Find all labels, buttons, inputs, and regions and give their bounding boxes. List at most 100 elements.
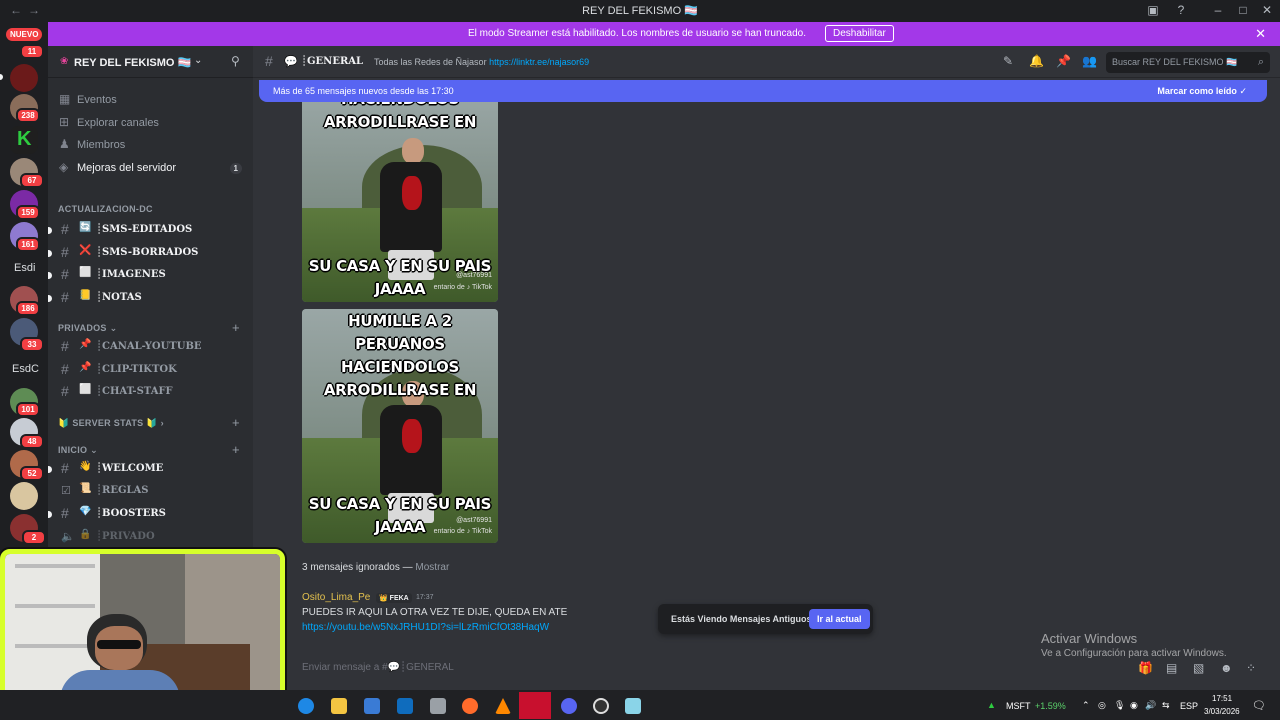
message-author[interactable]: Osito_Lima_Pe (302, 592, 370, 603)
category-server-stats[interactable]: 🔰 SERVER STATS 🔰 › (58, 418, 164, 429)
message-content: PUEDES IR AQUI LA OTRA VEZ TE DIJE, QUED… (302, 607, 568, 618)
discord-icon[interactable] (561, 698, 577, 714)
add-channel-icon[interactable]: + (232, 320, 240, 335)
category-privados[interactable]: PRIVADOS ⌄ (58, 323, 117, 334)
stock-ticker[interactable]: MSFT (1006, 701, 1031, 711)
gif-icon[interactable]: ▤ (1166, 661, 1177, 675)
hashtag-icon: # (61, 383, 69, 399)
bell-icon[interactable]: 🔔 (1029, 54, 1044, 68)
vlc-icon[interactable] (495, 698, 511, 714)
mark-as-read-button[interactable]: Marcar como leído ✓ (1157, 86, 1247, 97)
channel-canal-youtube[interactable]: # 📌 ┊CANAL-YOUTUBE (56, 337, 246, 357)
notifications-icon[interactable]: 🗨 (1252, 699, 1266, 712)
show-ignored-link[interactable]: Mostrar (415, 562, 449, 573)
sidebar-item-label: Miembros (77, 139, 126, 151)
jump-to-present-button[interactable]: Ir al actual (809, 609, 870, 629)
add-channel-icon[interactable]: + (232, 415, 240, 430)
meme-image[interactable]: HUMILLE A 2 PERUANOS HACIENDOLOS ARRODILLR… (302, 309, 498, 543)
boost-icon: ◈ (59, 160, 69, 174)
edge-icon[interactable] (298, 698, 314, 714)
channel-reglas[interactable]: ☑ 📜 ┊REGLAS (56, 481, 246, 501)
search-input[interactable]: Buscar REY DEL FEKISMO 🏳️‍⚧️ ⌕ (1106, 52, 1270, 73)
apps-icon[interactable]: ⁘ (1246, 661, 1256, 675)
clock-date[interactable]: 3/03/2026 (1204, 707, 1240, 716)
speaker-icon[interactable]: 🔊 (1145, 700, 1156, 711)
members-list-icon[interactable]: 👥 (1082, 54, 1097, 68)
hashtag-icon: # (61, 361, 69, 377)
sidebar-item-explorar[interactable]: ⊞ Explorar canales (58, 113, 246, 133)
meme-image[interactable]: HACIENDOLOSARRODILLRASE EN SU CASA Y EN … (302, 92, 498, 302)
input-language[interactable]: ESP (1180, 701, 1198, 711)
sticker-icon[interactable]: ▧ (1193, 661, 1204, 675)
active-app-tile[interactable] (519, 692, 551, 719)
channel-emoji: ⬜ (79, 267, 92, 278)
microphone-icon[interactable]: 🎙 (1114, 700, 1125, 711)
channel-label: ┊SMS-EDITADOS (96, 224, 193, 235)
invite-user-icon[interactable]: ⚲ (231, 54, 240, 68)
server-header[interactable]: ❀ REY DEL FEKISMO 🏳️‍⚧️ ⌄ ⚲ (48, 46, 253, 78)
unread-indicator (48, 250, 52, 257)
channel-imagenes[interactable]: # ⬜ ┊IMAGENES (48, 265, 246, 285)
channel-notas[interactable]: # 📒 ┊NOTAS (48, 288, 246, 308)
channel-sms-borrados[interactable]: # ❌ ┊SMS-BORRADOS (48, 243, 246, 263)
image-person (402, 138, 424, 164)
topic-link[interactable]: https://linktr.ee/najasor69 (489, 57, 589, 67)
channel-clip-tiktok[interactable]: # 📌 ┊CLIP-TIKTOK (56, 360, 246, 380)
mention-badge: 186 (16, 301, 40, 316)
tray-app-icon[interactable]: ◎ (1098, 700, 1106, 711)
close-banner-icon[interactable]: ✕ (1255, 26, 1266, 42)
channel-chat-staff[interactable]: # ⬜ ┊CHAT-STAFF (56, 382, 246, 402)
channel-emoji: 💎 (79, 506, 92, 517)
category-inicio[interactable]: INICIO ⌄ (58, 445, 98, 456)
help-icon[interactable]: ? (1173, 3, 1189, 17)
close-window-button[interactable]: ✕ (1259, 3, 1275, 17)
channel-sms-editados[interactable]: # 🔄 ┊SMS-EDITADOS (48, 220, 246, 240)
channel-emoji: 📌 (79, 362, 92, 373)
emoji-icon[interactable]: ☻ (1220, 661, 1233, 675)
channel-topic[interactable]: Todas las Redes de Ñajasor https://linkt… (374, 57, 589, 67)
sidebar-item-eventos[interactable]: ▦ Eventos (58, 90, 246, 110)
maximize-button[interactable]: □ (1235, 3, 1251, 17)
obs-icon[interactable] (593, 698, 609, 714)
minimize-button[interactable]: – (1210, 3, 1226, 17)
channel-boosters[interactable]: # 💎 ┊BOOSTERS (48, 504, 246, 524)
members-icon: ♟ (59, 137, 70, 151)
mention-badge: 101 (16, 402, 40, 417)
new-messages-bar[interactable]: Más de 65 mensajes nuevos desde las 17:3… (259, 80, 1267, 102)
gift-icon[interactable]: 🎁 (1138, 661, 1153, 675)
inbox-icon[interactable]: ▣ (1145, 3, 1161, 17)
disable-streamer-button[interactable]: Deshabilitar (825, 25, 894, 42)
channel-emoji: 👋 (79, 461, 92, 472)
file-explorer-icon[interactable] (331, 698, 347, 714)
camera-icon[interactable]: ◉ (1130, 700, 1138, 711)
network-icon[interactable]: ⇆ (1162, 700, 1170, 711)
threads-icon[interactable]: ✎ (1003, 54, 1013, 68)
category-actualizacion[interactable]: ACTUALIZACION-DC (58, 204, 153, 214)
store-icon[interactable] (364, 698, 380, 714)
channel-welcome[interactable]: # 👋 ┊WELCOME (48, 459, 246, 479)
firefox-icon[interactable] (462, 698, 478, 714)
meme-caption-top: HUMILLE A 2 PERUANOS HACIENDOLOS ARRODILLR… (323, 312, 477, 399)
pin-icon[interactable]: 📌 (1056, 54, 1071, 68)
message-link[interactable]: https://youtu.be/w5NxJRHU1DI?si=lLzRmiCf… (302, 622, 549, 633)
mark-read-icon: ✓ (1239, 86, 1247, 96)
server-icon[interactable] (10, 64, 38, 92)
clock-time[interactable]: 17:51 (1212, 694, 1232, 703)
channel-title: ┊GENERAL (301, 56, 364, 67)
server-text-icon[interactable]: Esdi (14, 262, 35, 274)
outlook-icon[interactable] (397, 698, 413, 714)
notepad-icon[interactable] (625, 698, 641, 714)
app-icon[interactable] (430, 698, 446, 714)
mark-read-label: Marcar como leído (1157, 86, 1237, 96)
server-icon[interactable]: K (10, 126, 38, 154)
add-channel-icon[interactable]: + (232, 442, 240, 457)
channel-privado[interactable]: 🔈 🔒 ┊PRIVADO (56, 527, 246, 547)
tray-overflow-icon[interactable]: ⌃ (1082, 700, 1090, 711)
hashtag-icon: # (61, 505, 69, 521)
server-icon[interactable] (10, 482, 38, 510)
channel-label: ┊SMS-BORRADOS (96, 247, 199, 258)
message-timestamp: 17:37 (416, 594, 434, 601)
server-text-icon[interactable]: EsdC (12, 363, 39, 375)
sidebar-item-miembros[interactable]: ♟ Miembros (58, 135, 246, 155)
sidebar-item-mejoras[interactable]: ◈ Mejoras del servidor 1 (58, 158, 246, 178)
